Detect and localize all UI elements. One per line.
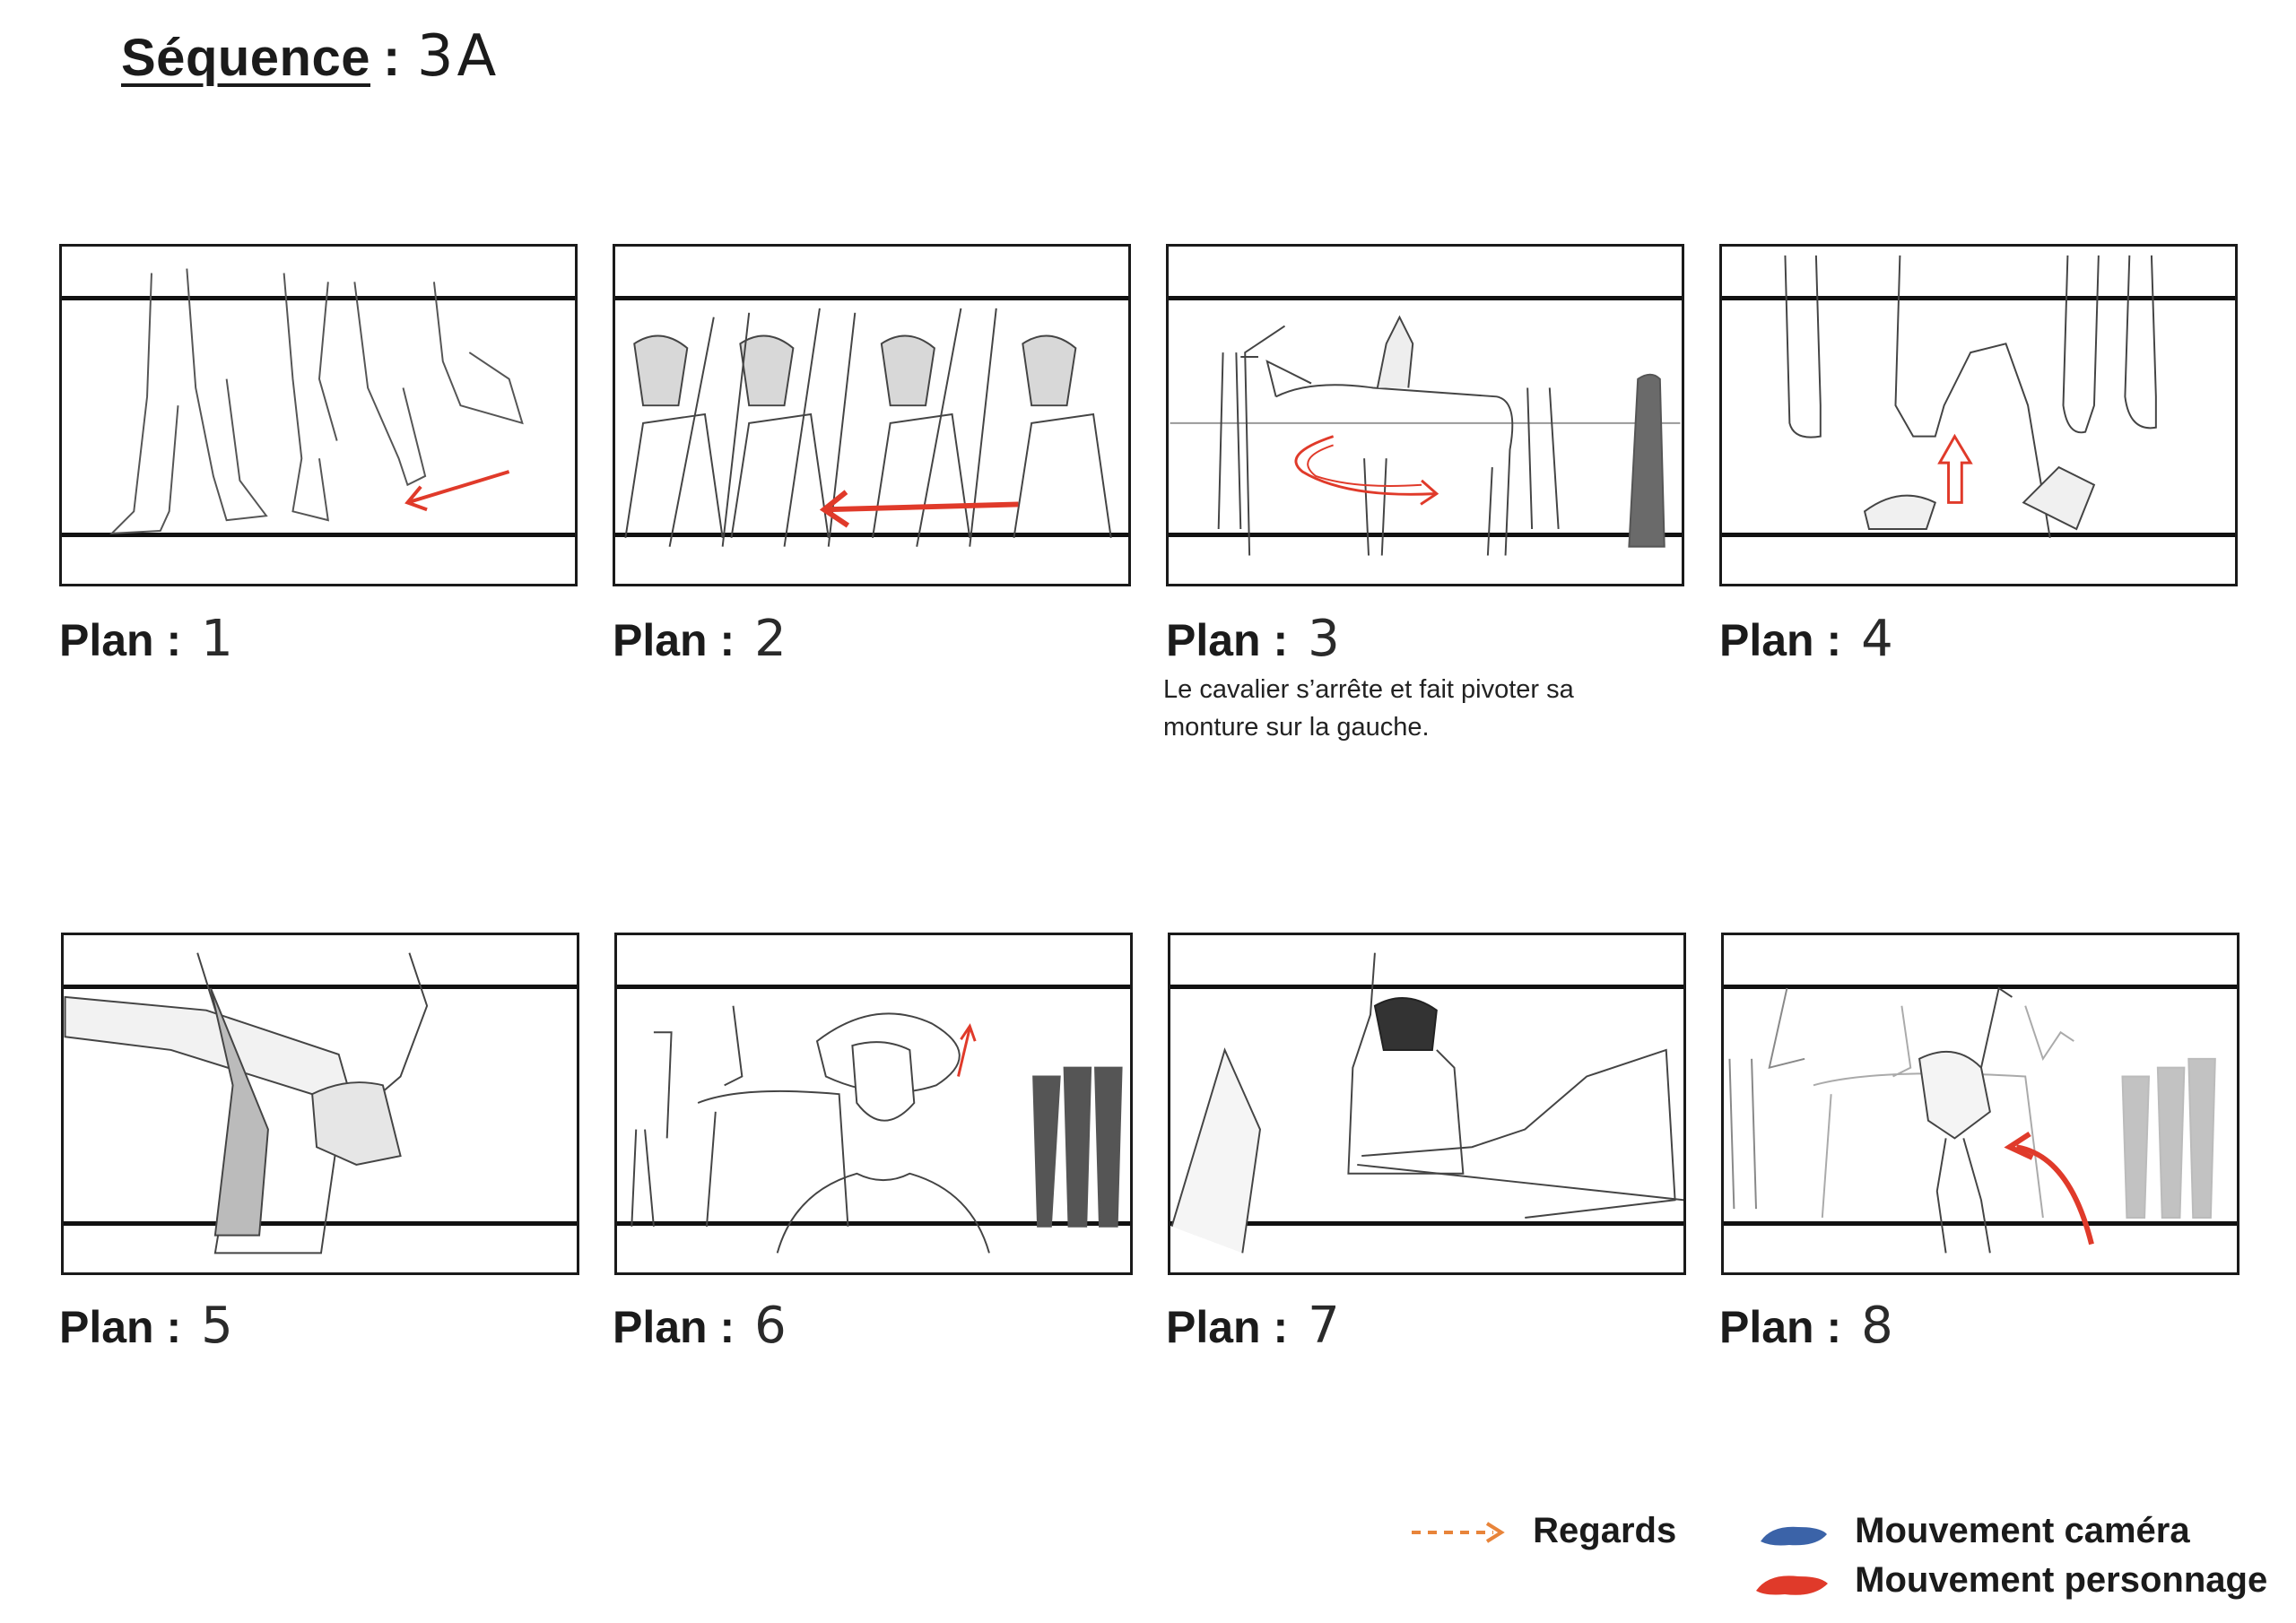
- plan-number: 1: [201, 610, 233, 668]
- character-movement-arrow: [1294, 435, 1439, 506]
- character-movement-arrow: [819, 490, 1019, 528]
- plan-prefix: Plan :: [613, 1302, 735, 1352]
- blue-stroke-icon: [1761, 1527, 1827, 1546]
- plan-prefix: Plan :: [1166, 615, 1289, 665]
- plan-label-1: Plan : 1: [59, 610, 233, 668]
- plan-label-6: Plan : 6: [613, 1297, 787, 1355]
- plan-number: 3: [1308, 610, 1340, 668]
- plan-prefix: Plan :: [1719, 1302, 1842, 1352]
- storyboard-frame-1: [59, 244, 578, 586]
- plan-number: 8: [1861, 1297, 1893, 1355]
- sequence-label: Séquence: [121, 29, 370, 87]
- plan-prefix: Plan :: [613, 615, 735, 665]
- plan-number: 6: [754, 1297, 787, 1355]
- plan-label-2: Plan : 2: [613, 610, 787, 668]
- storyboard-frame-8: [1721, 933, 2239, 1275]
- sequence-title: Séquence:3A: [121, 23, 500, 90]
- storyboard-frame-3: [1166, 244, 1684, 586]
- sequence-colon: :: [383, 29, 401, 87]
- plan-label-7: Plan : 7: [1166, 1297, 1340, 1355]
- plan-label-4: Plan : 4: [1719, 610, 1893, 668]
- plan-prefix: Plan :: [59, 1302, 182, 1352]
- plan-label-3: Plan : 3: [1166, 610, 1340, 668]
- legend-regards-label: Regards: [1533, 1511, 1677, 1550]
- character-movement-arrow: [1937, 433, 1973, 504]
- plan-number: 5: [201, 1297, 233, 1355]
- character-movement-arrow: [2004, 1131, 2094, 1245]
- sketch-closeup-hands: [64, 952, 429, 1254]
- legend-personnage-label: Mouvement personnage: [1855, 1560, 2268, 1600]
- storyboard-frame-5: [61, 933, 579, 1275]
- plan-prefix: Plan :: [1719, 615, 1842, 665]
- red-stroke-icon: [1756, 1575, 1828, 1596]
- storyboard-frame-7: [1168, 933, 1686, 1275]
- plan-prefix: Plan :: [59, 615, 182, 665]
- plan-3-note: Le cavalier s’arrête et fait pivoter sa …: [1163, 675, 1574, 742]
- storyboard-frame-2: [613, 244, 1131, 586]
- storyboard-frame-4: [1719, 244, 2238, 586]
- legend-regards: Regards: [1408, 1511, 1676, 1551]
- sequence-value: 3A: [416, 23, 500, 90]
- plan-prefix: Plan :: [1166, 1302, 1289, 1352]
- plan-number: 4: [1861, 610, 1893, 668]
- storyboard-frame-6: [614, 933, 1133, 1275]
- dashed-arrow-icon: [1412, 1522, 1505, 1544]
- character-movement-arrow: [957, 1023, 977, 1077]
- legend-camera-label: Mouvement caméra: [1855, 1511, 2190, 1550]
- plan-number: 7: [1308, 1297, 1340, 1355]
- plan-number: 2: [754, 610, 787, 668]
- character-movement-arrow: [404, 470, 510, 512]
- sketch-officer-on-horse: [1170, 952, 1683, 1254]
- legend-personnage: Mouvement personnage: [1749, 1560, 2267, 1601]
- plan-label-8: Plan : 8: [1719, 1297, 1893, 1355]
- legend-camera: Mouvement caméra: [1753, 1511, 2190, 1551]
- plan-label-5: Plan : 5: [59, 1297, 233, 1355]
